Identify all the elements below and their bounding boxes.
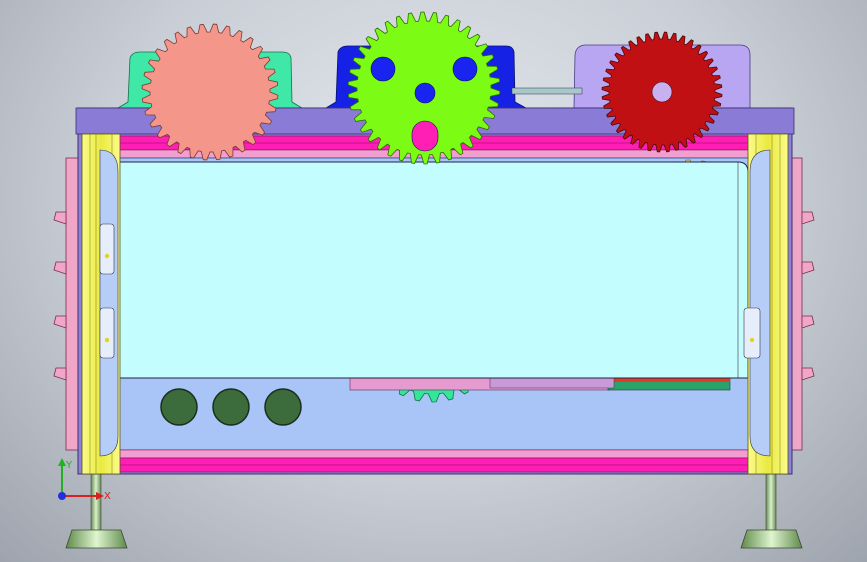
assembly-drawing[interactable]: X Y	[0, 0, 867, 562]
bottom-pink-strip	[111, 449, 753, 459]
right-leg	[740, 469, 803, 549]
red-gear-hub	[651, 81, 673, 103]
control-button-2[interactable]	[212, 388, 250, 426]
shaft-link	[511, 87, 583, 95]
left-clips	[53, 211, 67, 381]
green-gear-hole-left	[370, 56, 396, 82]
green-gear-hole-bottom	[411, 120, 439, 152]
right-clips	[801, 211, 815, 381]
left-rail	[81, 133, 121, 475]
left-leg	[65, 469, 128, 549]
cad-viewport[interactable]: X Y	[0, 0, 867, 562]
triad-x-label: X	[104, 491, 111, 502]
right-rail	[743, 133, 789, 475]
control-button-1[interactable]	[160, 388, 198, 426]
triad-y-label: Y	[65, 460, 73, 471]
control-button-3[interactable]	[264, 388, 302, 426]
window-glass	[117, 161, 749, 379]
green-gear-hole-center	[414, 82, 436, 104]
green-gear-hole-right	[452, 56, 478, 82]
